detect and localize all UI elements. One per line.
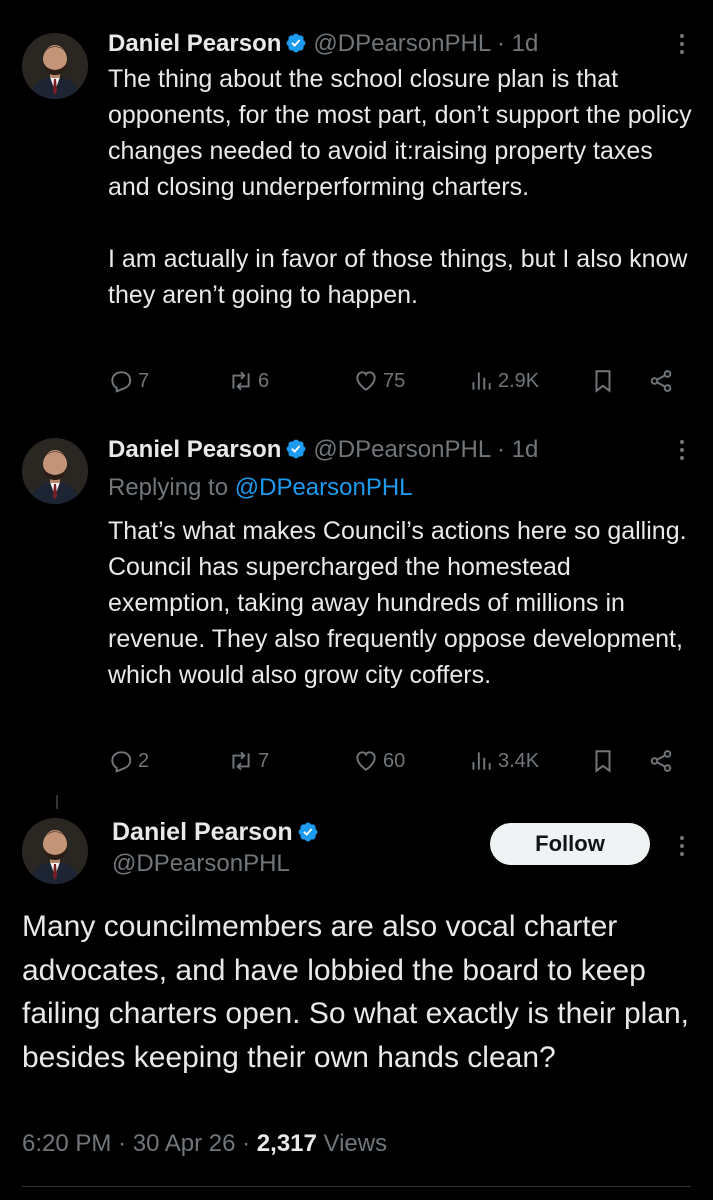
verified-badge-icon (297, 821, 319, 843)
separator: · (496, 30, 505, 57)
verified-badge-icon (285, 32, 307, 54)
reply-count: 2 (138, 749, 150, 772)
views-button[interactable]: 3.4K (468, 748, 539, 774)
more-options-icon[interactable] (679, 436, 685, 464)
separator: · (111, 1130, 133, 1157)
tweet-text: That’s what makes Council’s actions here… (108, 517, 694, 689)
bookmark-button[interactable] (590, 368, 616, 399)
bookmark-button[interactable] (590, 748, 616, 779)
author-name-row: Daniel Pearson (112, 818, 325, 847)
reply-button[interactable]: 2 (108, 748, 149, 774)
tweet-text: The thing about the school closure plan … (108, 65, 692, 309)
tweet-header: Daniel Pearson @DPearsonPHL · 1d (108, 30, 538, 58)
share-button[interactable] (648, 368, 674, 399)
like-icon (353, 368, 379, 394)
repost-button[interactable]: 7 (228, 748, 269, 774)
reply-icon (108, 748, 134, 774)
reply-button[interactable]: 7 (108, 368, 149, 394)
author-handle[interactable]: @DPearsonPHL (112, 850, 290, 878)
like-button[interactable]: 60 (353, 748, 405, 774)
thread-connector (56, 795, 58, 809)
repost-icon (228, 368, 254, 394)
repost-icon (228, 748, 254, 774)
bookmark-icon (590, 748, 616, 774)
repost-button[interactable]: 6 (228, 368, 269, 394)
like-icon (353, 748, 379, 774)
author-handle[interactable]: @DPearsonPHL (313, 436, 490, 463)
verified-badge-icon (285, 438, 307, 460)
separator: · (235, 1130, 257, 1157)
like-button[interactable]: 75 (353, 368, 405, 394)
tweet-actions: 2 7 60 3.4K (108, 748, 678, 778)
separator: · (496, 436, 505, 463)
timestamp[interactable]: 1d (512, 436, 539, 463)
views-button[interactable]: 2.9K (468, 368, 539, 394)
reply-icon (108, 368, 134, 394)
views-count: 3.4K (498, 749, 540, 772)
repost-count: 7 (258, 749, 270, 772)
tweet-header: Daniel Pearson @DPearsonPHL · 1d (108, 436, 538, 464)
author-name[interactable]: Daniel Pearson (108, 436, 281, 463)
view-count: 2,317 (256, 1130, 317, 1157)
like-count: 60 (383, 749, 406, 772)
author-name[interactable]: Daniel Pearson (112, 818, 293, 846)
author-name[interactable]: Daniel Pearson (108, 30, 281, 57)
share-icon (648, 368, 674, 394)
replying-to-link[interactable]: @DPearsonPHL (235, 474, 413, 501)
avatar[interactable] (22, 33, 88, 99)
avatar[interactable] (22, 818, 88, 884)
like-count: 75 (383, 369, 406, 392)
follow-button[interactable]: Follow (490, 823, 650, 865)
views-icon (468, 368, 494, 394)
more-options-icon[interactable] (679, 30, 685, 58)
tweet-text: Many councilmembers are also vocal chart… (22, 910, 690, 1074)
tweet-actions: 7 6 75 2.9K (108, 368, 678, 398)
post-time[interactable]: 6:20 PM (22, 1130, 111, 1157)
share-icon (648, 748, 674, 774)
views-count: 2.9K (498, 369, 540, 392)
timestamp[interactable]: 1d (512, 30, 539, 57)
replying-to-prefix: Replying to (108, 474, 235, 501)
reply-count: 7 (138, 369, 150, 392)
views-label: Views (316, 1130, 388, 1157)
tweet-meta: 6:20 PM · 30 Apr 26 · 2,317 Views (22, 1130, 387, 1158)
replying-to: Replying to @DPearsonPHL (108, 474, 413, 502)
more-options-icon[interactable] (679, 832, 685, 860)
author-handle[interactable]: @DPearsonPHL (313, 30, 490, 57)
share-button[interactable] (648, 748, 674, 779)
bookmark-icon (590, 368, 616, 394)
avatar[interactable] (22, 438, 88, 504)
views-icon (468, 748, 494, 774)
repost-count: 6 (258, 369, 270, 392)
post-date[interactable]: 30 Apr 26 (133, 1130, 236, 1157)
divider (22, 1186, 691, 1187)
